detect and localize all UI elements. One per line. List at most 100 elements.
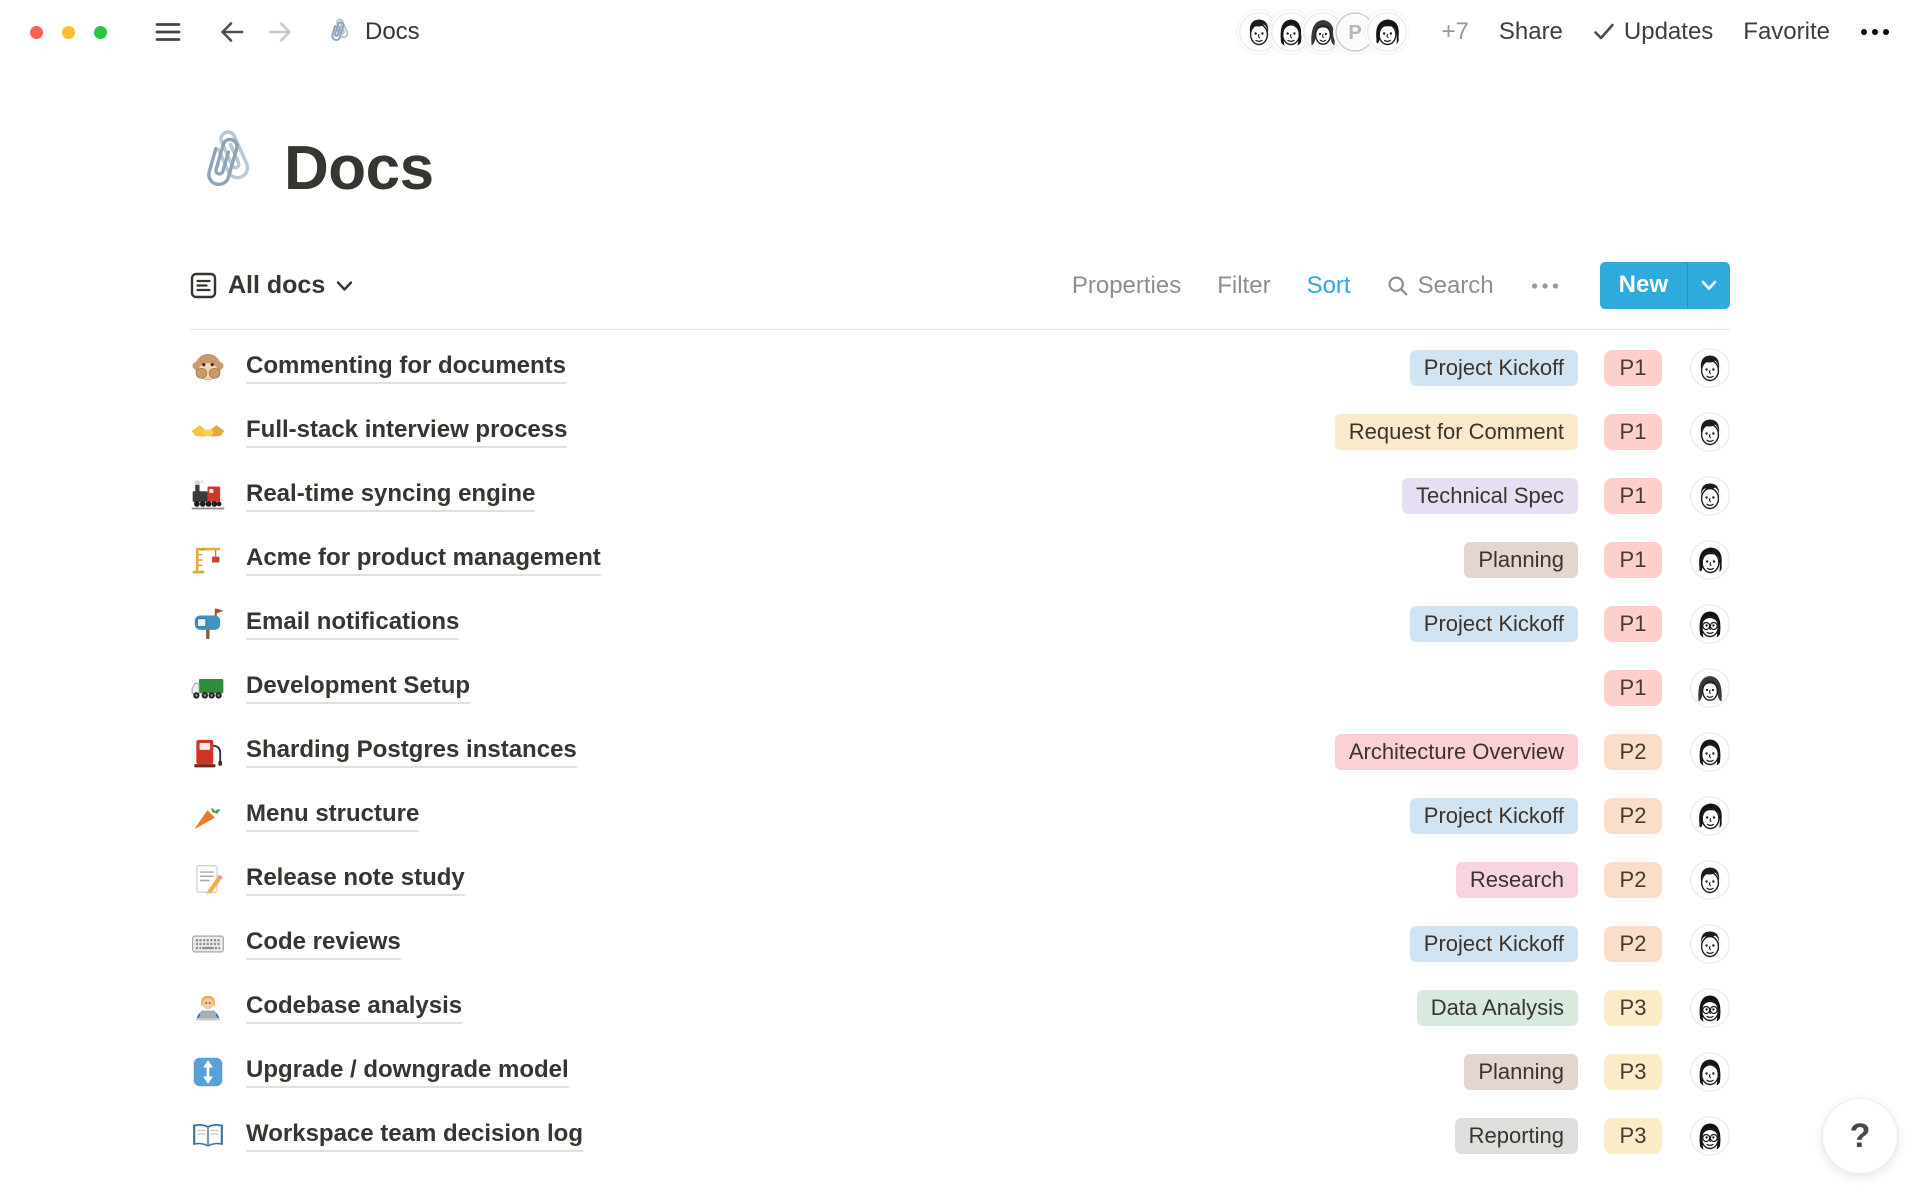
locomotive-icon bbox=[190, 478, 226, 514]
assignee-avatar bbox=[1690, 796, 1730, 836]
articulated-lorry-icon bbox=[190, 670, 226, 706]
search-button[interactable]: Search bbox=[1387, 272, 1494, 300]
building-construction-icon bbox=[190, 542, 226, 578]
priority-pill: P2 bbox=[1604, 926, 1662, 962]
new-button-dropdown[interactable] bbox=[1687, 262, 1730, 309]
page-title: Docs bbox=[284, 138, 434, 200]
table-row[interactable]: Codebase analysisData AnalysisP3 bbox=[190, 976, 1730, 1040]
open-book-icon bbox=[190, 1118, 226, 1154]
avatar-stack[interactable]: P bbox=[1237, 10, 1409, 54]
tag-pill: Project Kickoff bbox=[1410, 926, 1578, 962]
assignee-avatar bbox=[1690, 540, 1730, 580]
table-row[interactable]: Email notificationsProject KickoffP1 bbox=[190, 592, 1730, 656]
tag-pill: Architecture Overview bbox=[1335, 734, 1578, 770]
tag-pill: Project Kickoff bbox=[1410, 798, 1578, 834]
table-row[interactable]: Real-time syncing engineTechnical SpecP1 bbox=[190, 464, 1730, 528]
doc-title-link[interactable]: Real-time syncing engine bbox=[246, 480, 535, 512]
assignee-avatar bbox=[1690, 348, 1730, 388]
priority-pill: P2 bbox=[1604, 734, 1662, 770]
doc-title-link[interactable]: Commenting for documents bbox=[246, 352, 566, 384]
priority-pill: P1 bbox=[1604, 414, 1662, 450]
priority-pill: P1 bbox=[1604, 606, 1662, 642]
minimize-window-button[interactable] bbox=[62, 26, 75, 39]
breadcrumb[interactable]: Docs bbox=[365, 18, 420, 46]
collection-toolbar: All docs Properties Filter Sort Search N… bbox=[190, 262, 1730, 309]
avatar[interactable] bbox=[1365, 10, 1409, 54]
doc-title-link[interactable]: Code reviews bbox=[246, 928, 401, 960]
back-arrow-icon[interactable] bbox=[219, 20, 245, 44]
assignee-avatar bbox=[1690, 732, 1730, 772]
table-row[interactable]: Release note studyResearchP2 bbox=[190, 848, 1730, 912]
assignee-avatar bbox=[1690, 668, 1730, 708]
updates-button[interactable]: Updates bbox=[1593, 18, 1713, 46]
doc-title-link[interactable]: Email notifications bbox=[246, 608, 459, 640]
table-row[interactable]: Code reviews Project Kickoff P2 bbox=[190, 912, 1730, 976]
table-row[interactable]: Full-stack interview process Request for … bbox=[190, 400, 1730, 464]
assignee-avatar bbox=[1690, 476, 1730, 516]
table-row[interactable]: Workspace team decision logReportingP3 bbox=[190, 1104, 1730, 1168]
assignee-avatar bbox=[1690, 604, 1730, 644]
technologist-icon bbox=[190, 990, 226, 1026]
chevron-down-icon bbox=[336, 280, 353, 292]
sort-button[interactable]: Sort bbox=[1307, 272, 1351, 300]
doc-title-link[interactable]: Acme for product management bbox=[246, 544, 601, 576]
close-window-button[interactable] bbox=[30, 26, 43, 39]
up-down-arrow-icon bbox=[190, 1054, 226, 1090]
table-row[interactable]: Upgrade / downgrade model Planning P3 bbox=[190, 1040, 1730, 1104]
share-button[interactable]: Share bbox=[1499, 18, 1563, 46]
tag-pill: Planning bbox=[1464, 1054, 1578, 1090]
zoom-window-button[interactable] bbox=[94, 26, 107, 39]
table-row[interactable]: Menu structureProject KickoffP2 bbox=[190, 784, 1730, 848]
avatar-overflow-count[interactable]: +7 bbox=[1441, 18, 1468, 46]
assignee-avatar bbox=[1690, 924, 1730, 964]
assignee-avatar bbox=[1690, 412, 1730, 452]
view-options-icon[interactable] bbox=[1530, 282, 1560, 290]
search-icon bbox=[1387, 275, 1409, 297]
priority-pill: P3 bbox=[1604, 1118, 1662, 1154]
check-icon bbox=[1593, 22, 1615, 42]
doc-title-link[interactable]: Upgrade / downgrade model bbox=[246, 1056, 569, 1088]
memo-icon bbox=[190, 862, 226, 898]
fuel-pump-icon bbox=[190, 734, 226, 770]
help-button[interactable]: ? bbox=[1822, 1098, 1898, 1174]
new-button[interactable]: New bbox=[1600, 262, 1687, 309]
view-switcher-all-docs[interactable]: All docs bbox=[190, 271, 353, 300]
page-breadcrumb-paperclip-icon bbox=[325, 18, 353, 46]
doc-title-link[interactable]: Sharding Postgres instances bbox=[246, 736, 577, 768]
svg-text:P: P bbox=[1349, 22, 1362, 44]
more-options-icon[interactable] bbox=[1860, 28, 1890, 36]
tag-pill: Research bbox=[1456, 862, 1578, 898]
doc-title-link[interactable]: Workspace team decision log bbox=[246, 1120, 583, 1152]
priority-pill: P3 bbox=[1604, 1054, 1662, 1090]
tag-pill: Project Kickoff bbox=[1410, 350, 1578, 386]
mailbox-icon bbox=[190, 606, 226, 642]
filter-button[interactable]: Filter bbox=[1217, 272, 1270, 300]
table-row[interactable]: Sharding Postgres instances Architecture … bbox=[190, 720, 1730, 784]
priority-pill: P1 bbox=[1604, 350, 1662, 386]
doc-title-link[interactable]: Full-stack interview process bbox=[246, 416, 567, 448]
sidebar-menu-icon[interactable] bbox=[155, 21, 181, 43]
tag-pill: Request for Comment bbox=[1335, 414, 1578, 450]
doc-list: Commenting for documents Project Kickoff P… bbox=[190, 336, 1730, 1168]
table-row[interactable]: Commenting for documents Project Kickoff P… bbox=[190, 336, 1730, 400]
doc-list-view-icon bbox=[190, 272, 217, 299]
doc-title-link[interactable]: Release note study bbox=[246, 864, 465, 896]
doc-title-link[interactable]: Codebase analysis bbox=[246, 992, 462, 1024]
doc-title-link[interactable]: Menu structure bbox=[246, 800, 419, 832]
view-label: All docs bbox=[228, 271, 325, 300]
forward-arrow-icon[interactable] bbox=[267, 20, 293, 44]
favorite-button[interactable]: Favorite bbox=[1743, 18, 1830, 46]
properties-button[interactable]: Properties bbox=[1072, 272, 1181, 300]
window-titlebar: Docs P +7 Share Updates Favorite bbox=[0, 0, 1920, 64]
assignee-avatar bbox=[1690, 860, 1730, 900]
priority-pill: P1 bbox=[1604, 542, 1662, 578]
keyboard-icon bbox=[190, 926, 226, 962]
tag-pill: Technical Spec bbox=[1402, 478, 1578, 514]
tag-pill: Data Analysis bbox=[1417, 990, 1578, 1026]
table-row[interactable]: Acme for product managementPlanningP1 bbox=[190, 528, 1730, 592]
table-row[interactable]: Development SetupP1 bbox=[190, 656, 1730, 720]
doc-title-link[interactable]: Development Setup bbox=[246, 672, 470, 704]
page-icon-paperclips[interactable] bbox=[190, 128, 262, 200]
assignee-avatar bbox=[1690, 1052, 1730, 1092]
traffic-lights bbox=[30, 26, 107, 39]
